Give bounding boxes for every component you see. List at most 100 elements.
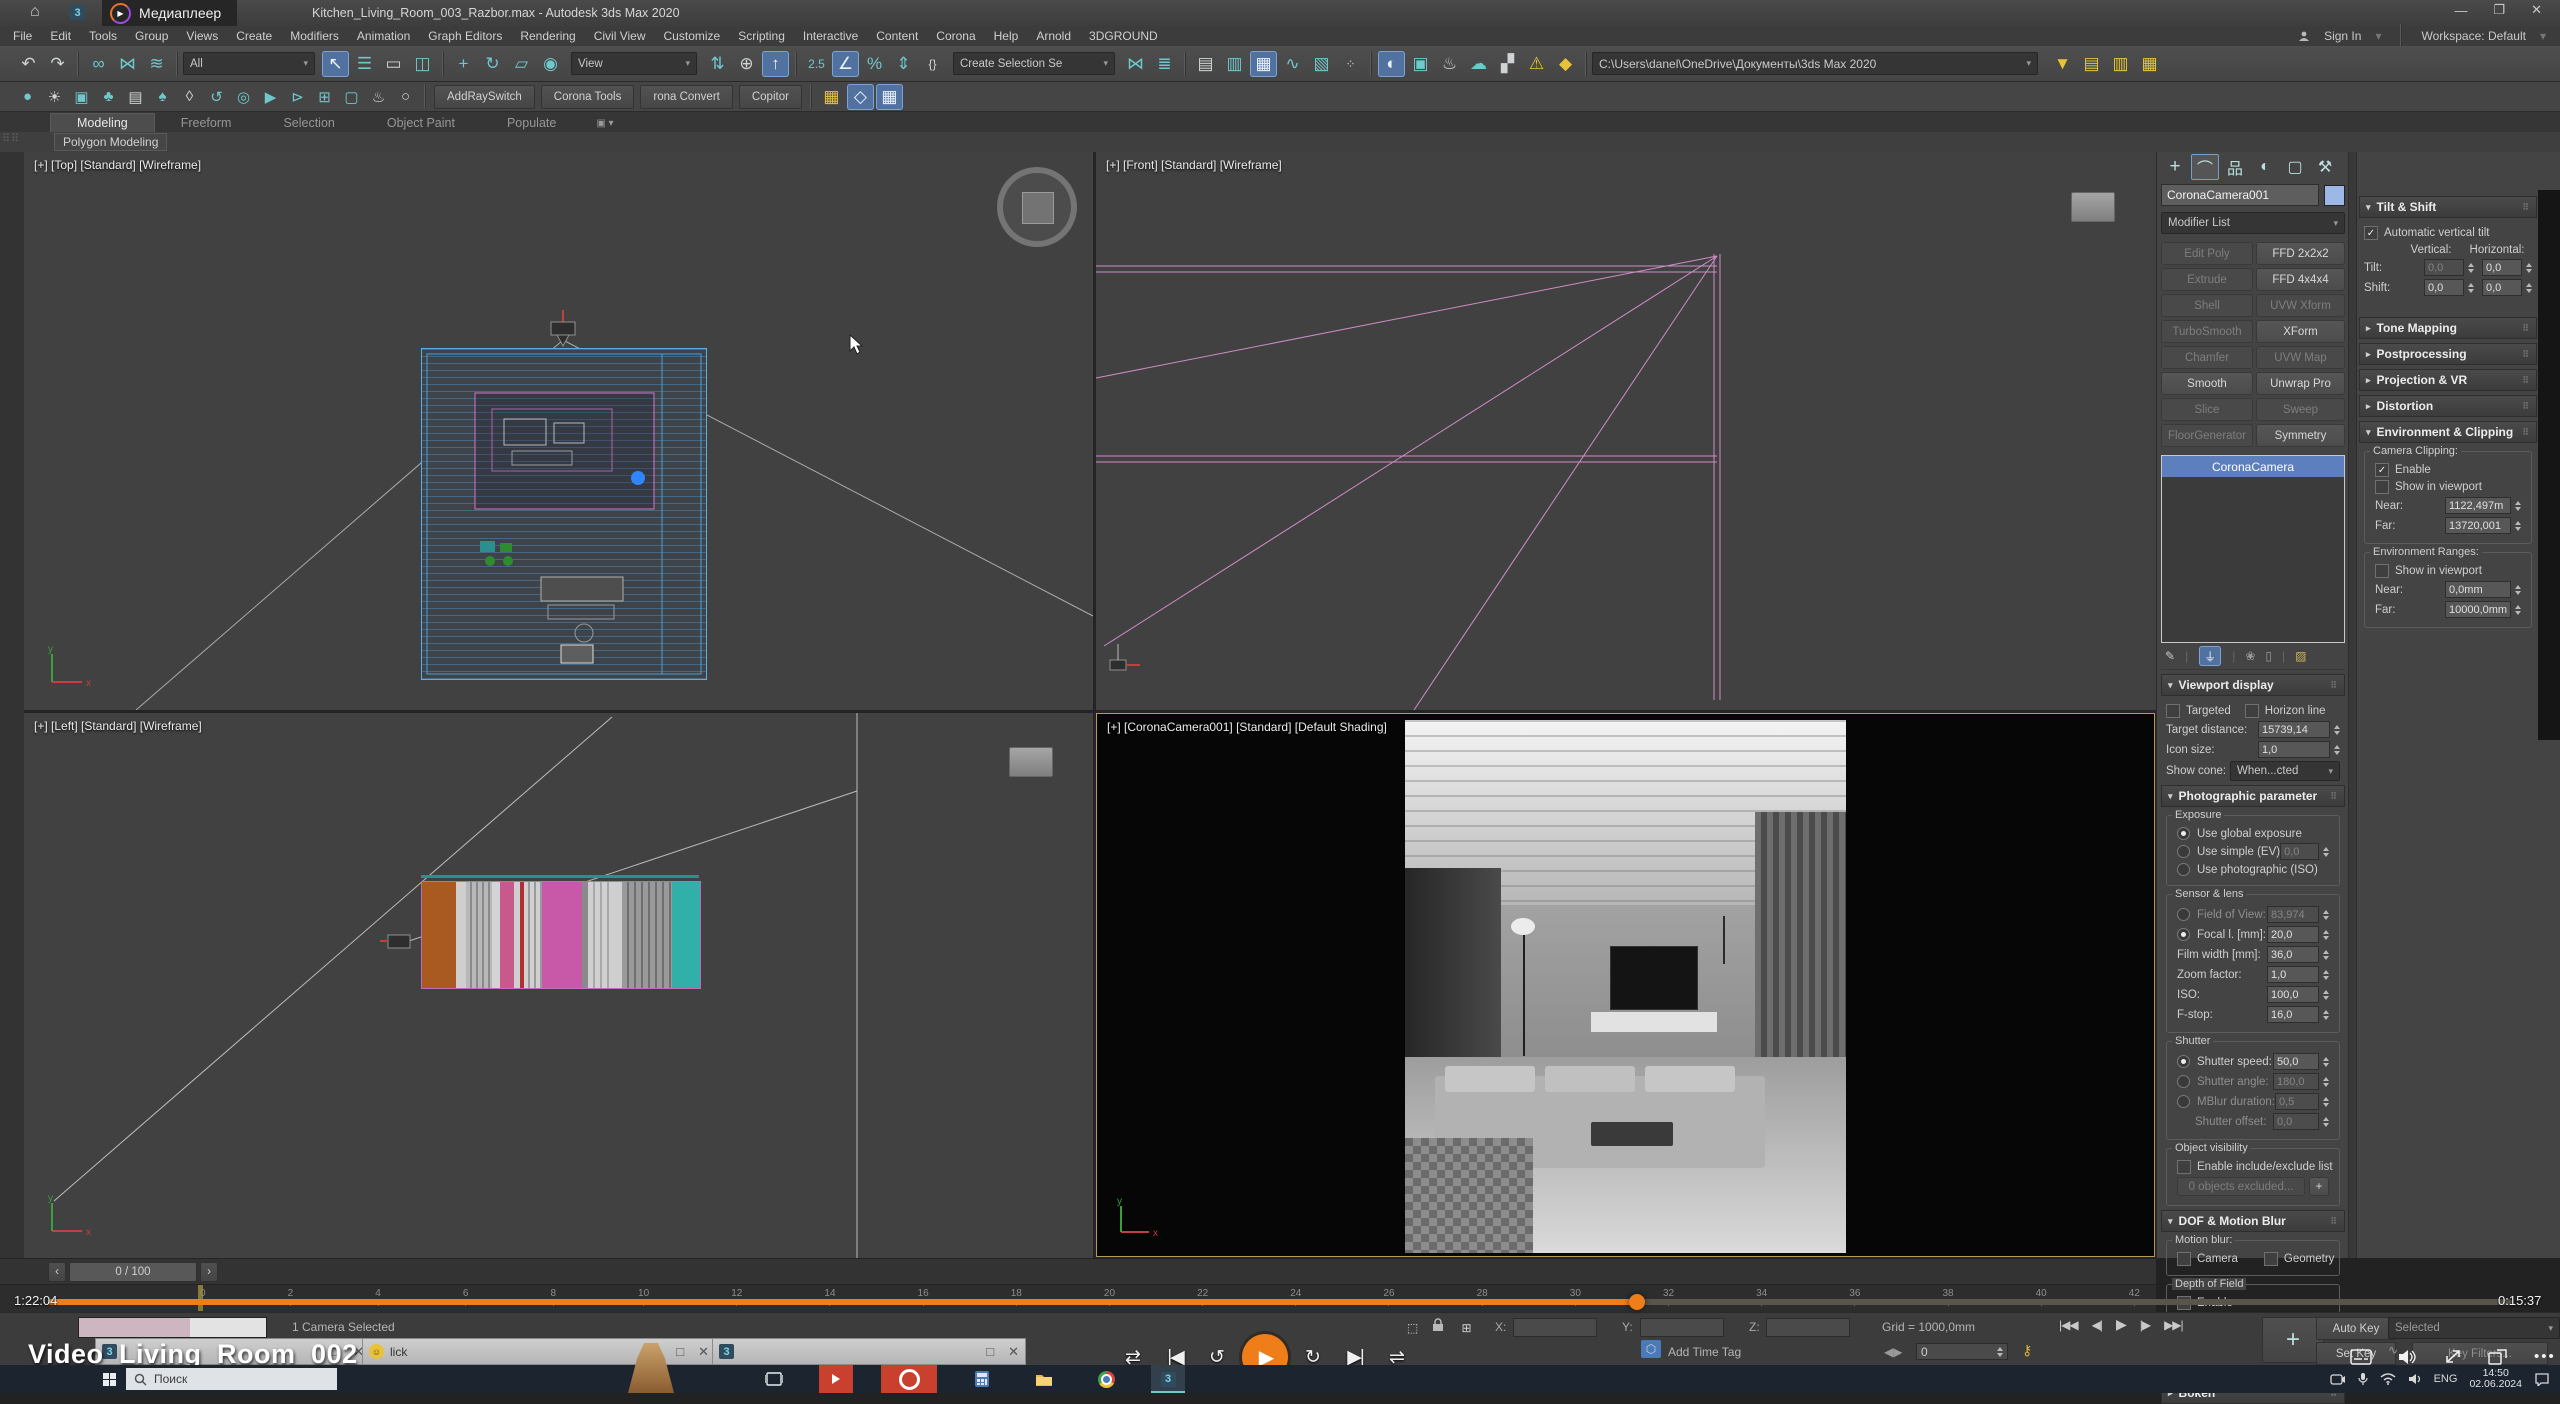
modifier-button[interactable]: Chamfer [2161, 346, 2253, 369]
file-explorer-icon[interactable] [1027, 1365, 1061, 1393]
tab-modeling[interactable]: Modeling [50, 113, 155, 132]
minimize-icon[interactable]: □ [986, 1344, 994, 1360]
ranges-show-checkbox[interactable] [2375, 564, 2389, 578]
select-link-icon[interactable]: ∞ [85, 51, 112, 77]
shift-horizontal-field[interactable]: 0,0 [2482, 279, 2522, 296]
more-options-icon[interactable]: ••• [2534, 1348, 2556, 1365]
tree-icon[interactable]: ♠ [150, 85, 175, 108]
viewport-top-label[interactable]: [+] [Top] [Standard] [Wireframe] [34, 158, 201, 172]
close-icon[interactable]: ✕ [1008, 1344, 1019, 1360]
select-move-icon[interactable]: + [450, 51, 477, 77]
viewport-left[interactable]: [+] [Left] [Standard] [Wireframe] [24, 713, 1093, 1258]
menu-item[interactable]: Help [985, 27, 1028, 45]
edit-named-selection-icon[interactable]: {} [919, 51, 946, 77]
menu-item[interactable]: Group [126, 27, 177, 45]
modifier-button[interactable]: UVW Xform [2256, 294, 2345, 317]
3dsmax-taskbar-icon[interactable]: 3 [1151, 1365, 1185, 1393]
target-distance-field[interactable]: 15739,14 [2258, 721, 2330, 738]
modifier-list-dropdown[interactable]: Modifier List▾ [2161, 212, 2345, 234]
select-by-name-icon[interactable]: ☰ [351, 51, 378, 77]
menu-item[interactable]: Animation [348, 27, 419, 45]
render-production-icon[interactable]: ☁ [1465, 51, 1492, 77]
polygon-modeling-panel[interactable]: Polygon Modeling [54, 133, 167, 151]
menu-item[interactable]: Corona [927, 27, 984, 45]
tray-volume-icon[interactable] [2408, 1373, 2422, 1385]
toolbar-text-button[interactable]: Corona Tools [541, 85, 635, 109]
angle-snap-icon[interactable]: ∠ [832, 51, 859, 77]
panel-scrollbar[interactable] [2348, 152, 2357, 1258]
notification-icon[interactable] [2534, 1372, 2550, 1386]
grid-tool-icon[interactable]: ▦ [876, 84, 903, 110]
corona-camera-icon[interactable]: ▣ [69, 85, 94, 108]
toolbar-text-button[interactable]: Copitor [739, 85, 802, 109]
forest-list-icon[interactable]: ▤ [123, 85, 148, 108]
pin-stack-icon[interactable]: ✎ [2165, 649, 2175, 663]
modifier-button[interactable]: Shell [2161, 294, 2253, 317]
env-near-field[interactable]: 0,0mm [2445, 581, 2511, 598]
modifier-button[interactable]: Extrude [2161, 268, 2253, 291]
auto-key-button[interactable]: Auto Key [2316, 1317, 2396, 1340]
horizon-line-checkbox[interactable] [2245, 704, 2259, 718]
maxscript-listener-white[interactable] [190, 1317, 267, 1338]
modifier-button[interactable]: FloorGenerator [2161, 424, 2253, 447]
modifier-stack[interactable]: CoronaCamera [2161, 455, 2345, 643]
shutter-angle-radio[interactable] [2177, 1075, 2190, 1088]
make-unique-icon[interactable]: ❀ [2245, 649, 2255, 663]
crossing-selection-icon[interactable]: ◫ [409, 51, 436, 77]
add-exclude-button[interactable]: + [2309, 1177, 2329, 1196]
selection-filter-dropdown[interactable]: All▾ [183, 52, 315, 75]
isolate-icon[interactable]: ◆ [1552, 51, 1579, 77]
ghosting-icon[interactable]: ⁘ [1337, 51, 1364, 77]
ribbon-grip[interactable]: ⠿⠿ [2, 132, 20, 145]
clip-near-field[interactable]: 1122,497m [2445, 497, 2511, 514]
clipping-show-checkbox[interactable] [2375, 480, 2389, 494]
maxscript-mini-listener[interactable] [78, 1317, 192, 1338]
show-end-result-icon[interactable]: ⏚ [2199, 646, 2221, 666]
viewcube[interactable] [1009, 747, 1053, 777]
menu-item[interactable]: Rendering [511, 27, 584, 45]
redo-icon[interactable]: ↷ [44, 51, 71, 77]
auto-vertical-tilt-checkbox[interactable]: ✓ [2364, 226, 2378, 240]
modify-tab-icon[interactable]: ⌒ [2191, 154, 2219, 180]
corona-light-icon[interactable]: ● [15, 85, 40, 108]
volume-icon[interactable] [2398, 1349, 2418, 1365]
toolbar-text-button[interactable]: AddRaySwitch [434, 85, 535, 109]
iso-field[interactable]: 100,0 [2267, 986, 2319, 1003]
keyboard-shortcut-icon[interactable]: ↑ [762, 51, 789, 77]
time-slider-handle[interactable]: 0 / 100 [69, 1262, 197, 1282]
data-exchange-icon[interactable]: ▦ [2136, 51, 2163, 77]
multitexture-icon[interactable]: ▦ [818, 84, 845, 110]
focal-length-radio[interactable] [2177, 928, 2190, 941]
align-icon[interactable]: ≣ [1151, 51, 1178, 77]
collapsed-rollout[interactable]: ▸Distortion⠿ [2359, 395, 2537, 417]
teapot-outline-icon[interactable]: ♨ [366, 85, 391, 108]
placement-icon[interactable]: ◉ [537, 51, 564, 77]
state-sets-icon[interactable]: ▞ [1494, 51, 1521, 77]
previous-key-icon[interactable]: ◀| [2085, 1318, 2109, 1332]
viewport-left-label[interactable]: [+] [Left] [Standard] [Wireframe] [34, 719, 202, 733]
tray-microphone-icon[interactable] [2358, 1372, 2368, 1386]
percent-snap-icon[interactable]: % [861, 51, 888, 77]
rollout-dof-motion-blur[interactable]: ▾DOF & Motion Blur⠿ [2161, 1210, 2345, 1232]
camera-add-icon[interactable]: ⊞ [312, 85, 337, 108]
task-view-button[interactable] [757, 1365, 791, 1393]
configure-modifier-sets-icon[interactable]: ▨ [2295, 649, 2306, 663]
create-tab-icon[interactable]: + [2161, 154, 2189, 180]
collapsed-rollout[interactable]: ▸Postprocessing⠿ [2359, 343, 2537, 365]
restore-button[interactable]: ❐ [2493, 2, 2505, 18]
layer-manager-icon[interactable]: ▤ [1192, 51, 1219, 77]
key-selection-dropdown[interactable]: Selected▾ [2388, 1317, 2560, 1339]
menu-item[interactable]: Content [867, 27, 927, 45]
warning-icon[interactable]: ⚠ [1523, 51, 1550, 77]
undo-icon[interactable]: ↶ [15, 51, 42, 77]
tray-camera-icon[interactable] [2330, 1373, 2346, 1385]
viewport-top[interactable]: [+] [Top] [Standard] [Wireframe] [24, 152, 1093, 710]
viewcube[interactable] [1022, 192, 1054, 224]
viewport-front[interactable]: [+] [Front] [Standard] [Wireframe] [1096, 152, 2156, 710]
previous-frame-button[interactable]: ‹ [48, 1262, 66, 1282]
key-mode-icon[interactable]: ⚷ [2022, 1342, 2032, 1359]
menu-item[interactable]: Modifiers [281, 27, 348, 45]
object-color-swatch[interactable] [2324, 185, 2345, 206]
fstop-field[interactable]: 16,0 [2267, 1006, 2319, 1023]
focal-length-field[interactable]: 20,0 [2267, 926, 2319, 943]
